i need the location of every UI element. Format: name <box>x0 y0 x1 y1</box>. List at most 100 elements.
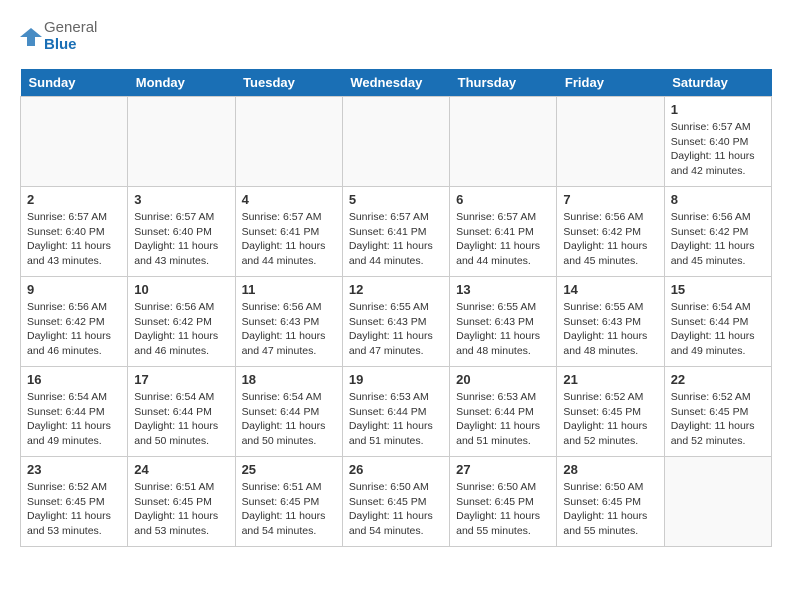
week-row-3: 16 Sunrise: 6:54 AMSunset: 6:44 PMDayligh… <box>21 367 772 457</box>
day-info: Sunrise: 6:55 AMSunset: 6:43 PMDaylight:… <box>563 300 657 359</box>
day-number: 12 <box>349 282 443 297</box>
day-info: Sunrise: 6:50 AMSunset: 6:45 PMDaylight:… <box>456 480 550 539</box>
day-cell: 10 Sunrise: 6:56 AMSunset: 6:42 PMDayligh… <box>128 277 235 367</box>
day-number: 10 <box>134 282 228 297</box>
header-tuesday: Tuesday <box>235 69 342 97</box>
header-saturday: Saturday <box>664 69 771 97</box>
day-cell <box>664 457 771 547</box>
day-cell: 9 Sunrise: 6:56 AMSunset: 6:42 PMDaylight… <box>21 277 128 367</box>
day-number: 7 <box>563 192 657 207</box>
calendar-header-row: SundayMondayTuesdayWednesdayThursdayFrid… <box>21 69 772 97</box>
logo-bird-icon <box>20 26 42 48</box>
day-info: Sunrise: 6:54 AMSunset: 6:44 PMDaylight:… <box>134 390 228 449</box>
day-cell <box>342 97 449 187</box>
day-cell: 27 Sunrise: 6:50 AMSunset: 6:45 PMDayligh… <box>450 457 557 547</box>
day-cell <box>235 97 342 187</box>
day-cell <box>128 97 235 187</box>
day-cell: 14 Sunrise: 6:55 AMSunset: 6:43 PMDayligh… <box>557 277 664 367</box>
day-number: 21 <box>563 372 657 387</box>
day-cell: 19 Sunrise: 6:53 AMSunset: 6:44 PMDayligh… <box>342 367 449 457</box>
day-cell: 13Sunrise: 6:55 AMSunset: 6:43 PMDayligh… <box>450 277 557 367</box>
calendar-table: SundayMondayTuesdayWednesdayThursdayFrid… <box>20 69 772 547</box>
day-info: Sunrise: 6:57 AMSunset: 6:41 PMDaylight:… <box>349 210 443 269</box>
week-row-2: 9 Sunrise: 6:56 AMSunset: 6:42 PMDaylight… <box>21 277 772 367</box>
day-number: 8 <box>671 192 765 207</box>
day-cell: 2 Sunrise: 6:57 AMSunset: 6:40 PMDaylight… <box>21 187 128 277</box>
day-cell: 3 Sunrise: 6:57 AMSunset: 6:40 PMDaylight… <box>128 187 235 277</box>
header-sunday: Sunday <box>21 69 128 97</box>
day-cell: 6 Sunrise: 6:57 AMSunset: 6:41 PMDaylight… <box>450 187 557 277</box>
day-number: 6 <box>456 192 550 207</box>
day-cell: 21 Sunrise: 6:52 AMSunset: 6:45 PMDayligh… <box>557 367 664 457</box>
day-number: 27 <box>456 462 550 477</box>
day-number: 18 <box>242 372 336 387</box>
day-cell: 25 Sunrise: 6:51 AMSunset: 6:45 PMDayligh… <box>235 457 342 547</box>
day-number: 22 <box>671 372 765 387</box>
day-cell <box>21 97 128 187</box>
day-number: 15 <box>671 282 765 297</box>
day-info: Sunrise: 6:52 AMSunset: 6:45 PMDaylight:… <box>563 390 657 449</box>
day-number: 24 <box>134 462 228 477</box>
day-info: Sunrise: 6:50 AMSunset: 6:45 PMDaylight:… <box>563 480 657 539</box>
logo: General Blue <box>20 20 97 53</box>
day-cell: 7 Sunrise: 6:56 AMSunset: 6:42 PMDaylight… <box>557 187 664 277</box>
day-info: Sunrise: 6:56 AMSunset: 6:42 PMDaylight:… <box>563 210 657 269</box>
day-cell: 28Sunrise: 6:50 AMSunset: 6:45 PMDayligh… <box>557 457 664 547</box>
header-thursday: Thursday <box>450 69 557 97</box>
day-number: 19 <box>349 372 443 387</box>
day-info: Sunrise: 6:54 AMSunset: 6:44 PMDaylight:… <box>671 300 765 359</box>
day-info: Sunrise: 6:51 AMSunset: 6:45 PMDaylight:… <box>134 480 228 539</box>
day-cell: 12 Sunrise: 6:55 AMSunset: 6:43 PMDayligh… <box>342 277 449 367</box>
day-number: 14 <box>563 282 657 297</box>
day-info: Sunrise: 6:56 AMSunset: 6:42 PMDaylight:… <box>27 300 121 359</box>
week-row-1: 2 Sunrise: 6:57 AMSunset: 6:40 PMDaylight… <box>21 187 772 277</box>
day-cell: 15 Sunrise: 6:54 AMSunset: 6:44 PMDayligh… <box>664 277 771 367</box>
day-cell: 11 Sunrise: 6:56 AMSunset: 6:43 PMDayligh… <box>235 277 342 367</box>
day-number: 2 <box>27 192 121 207</box>
day-cell: 26 Sunrise: 6:50 AMSunset: 6:45 PMDayligh… <box>342 457 449 547</box>
day-number: 9 <box>27 282 121 297</box>
day-info: Sunrise: 6:52 AMSunset: 6:45 PMDaylight:… <box>27 480 121 539</box>
logo-container: General Blue <box>20 20 97 53</box>
page-header: General Blue <box>20 20 772 53</box>
day-info: Sunrise: 6:51 AMSunset: 6:45 PMDaylight:… <box>242 480 336 539</box>
day-number: 4 <box>242 192 336 207</box>
day-cell <box>557 97 664 187</box>
day-cell: 5Sunrise: 6:57 AMSunset: 6:41 PMDaylight… <box>342 187 449 277</box>
logo-general-text: General <box>44 20 97 37</box>
day-info: Sunrise: 6:55 AMSunset: 6:43 PMDaylight:… <box>456 300 550 359</box>
day-info: Sunrise: 6:50 AMSunset: 6:45 PMDaylight:… <box>349 480 443 539</box>
day-info: Sunrise: 6:56 AMSunset: 6:42 PMDaylight:… <box>671 210 765 269</box>
day-cell: 16 Sunrise: 6:54 AMSunset: 6:44 PMDayligh… <box>21 367 128 457</box>
day-cell: 23 Sunrise: 6:52 AMSunset: 6:45 PMDayligh… <box>21 457 128 547</box>
day-cell: 1 Sunrise: 6:57 AMSunset: 6:40 PMDaylight… <box>664 97 771 187</box>
day-cell: 17Sunrise: 6:54 AMSunset: 6:44 PMDayligh… <box>128 367 235 457</box>
header-wednesday: Wednesday <box>342 69 449 97</box>
day-info: Sunrise: 6:57 AMSunset: 6:40 PMDaylight:… <box>671 120 765 179</box>
day-cell: 18Sunrise: 6:54 AMSunset: 6:44 PMDayligh… <box>235 367 342 457</box>
day-info: Sunrise: 6:55 AMSunset: 6:43 PMDaylight:… <box>349 300 443 359</box>
logo-blue-text: Blue <box>44 37 97 54</box>
day-info: Sunrise: 6:56 AMSunset: 6:42 PMDaylight:… <box>134 300 228 359</box>
day-number: 3 <box>134 192 228 207</box>
day-info: Sunrise: 6:57 AMSunset: 6:41 PMDaylight:… <box>456 210 550 269</box>
day-info: Sunrise: 6:52 AMSunset: 6:45 PMDaylight:… <box>671 390 765 449</box>
day-cell: 22 Sunrise: 6:52 AMSunset: 6:45 PMDayligh… <box>664 367 771 457</box>
day-number: 25 <box>242 462 336 477</box>
day-info: Sunrise: 6:56 AMSunset: 6:43 PMDaylight:… <box>242 300 336 359</box>
day-info: Sunrise: 6:54 AMSunset: 6:44 PMDaylight:… <box>27 390 121 449</box>
day-info: Sunrise: 6:53 AMSunset: 6:44 PMDaylight:… <box>456 390 550 449</box>
day-info: Sunrise: 6:57 AMSunset: 6:40 PMDaylight:… <box>27 210 121 269</box>
day-info: Sunrise: 6:53 AMSunset: 6:44 PMDaylight:… <box>349 390 443 449</box>
day-number: 26 <box>349 462 443 477</box>
day-number: 23 <box>27 462 121 477</box>
header-monday: Monday <box>128 69 235 97</box>
day-number: 11 <box>242 282 336 297</box>
week-row-0: 1 Sunrise: 6:57 AMSunset: 6:40 PMDaylight… <box>21 97 772 187</box>
day-number: 1 <box>671 102 765 117</box>
day-cell: 20Sunrise: 6:53 AMSunset: 6:44 PMDayligh… <box>450 367 557 457</box>
day-number: 16 <box>27 372 121 387</box>
day-info: Sunrise: 6:57 AMSunset: 6:40 PMDaylight:… <box>134 210 228 269</box>
header-friday: Friday <box>557 69 664 97</box>
day-cell <box>450 97 557 187</box>
